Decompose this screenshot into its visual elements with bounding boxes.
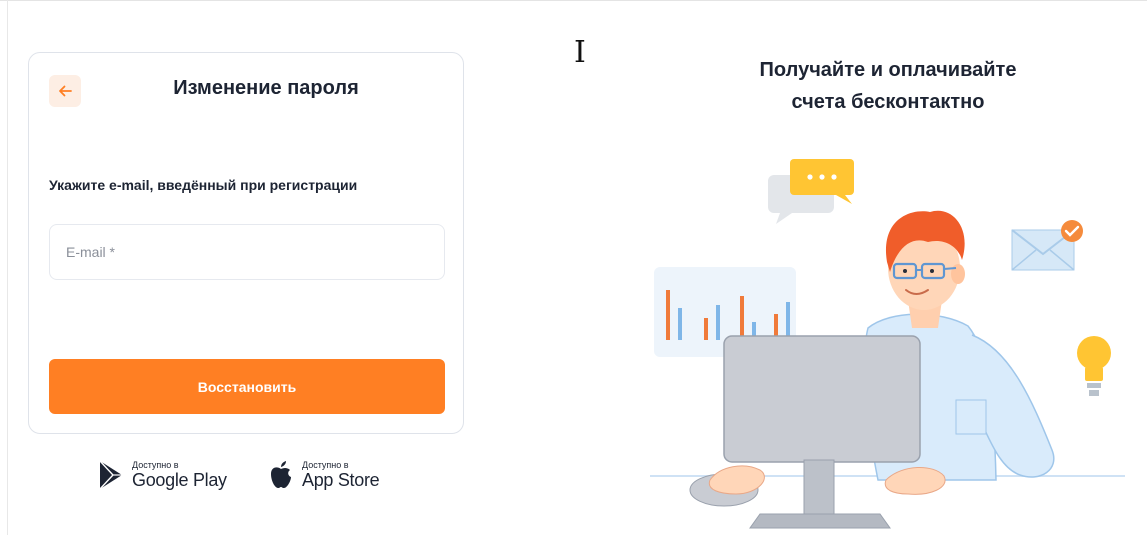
restore-button[interactable]: Восстановить bbox=[49, 359, 445, 414]
monitor-icon bbox=[723, 335, 921, 529]
google-play-small: Доступно в bbox=[132, 460, 179, 470]
google-play-badge[interactable]: Доступно в Google Play bbox=[98, 460, 227, 490]
app-store-badge[interactable]: Доступно в App Store bbox=[268, 460, 380, 490]
lightbulb-icon bbox=[1077, 336, 1111, 396]
email-hint: Укажите e-mail, введённый при регистраци… bbox=[49, 177, 358, 193]
email-field[interactable] bbox=[49, 224, 445, 280]
page-title: Изменение пароля bbox=[173, 77, 359, 99]
promo-line-2: счета бесконтактно bbox=[791, 91, 985, 113]
arrow-left-icon bbox=[59, 85, 72, 97]
promo-title: Получайте и оплачивайте счета бесконтакт… bbox=[700, 54, 1076, 118]
google-play-label: Google Play bbox=[132, 470, 227, 490]
envelope-icon bbox=[1011, 220, 1083, 271]
left-border bbox=[7, 0, 8, 535]
top-border bbox=[0, 0, 1147, 1]
back-button[interactable] bbox=[49, 75, 81, 107]
text-cursor-icon: I bbox=[574, 35, 586, 70]
apple-icon bbox=[271, 461, 291, 488]
google-play-icon bbox=[99, 460, 122, 490]
promo-line-1: Получайте и оплачивайте bbox=[759, 59, 1017, 81]
illustration-person-at-computer bbox=[650, 159, 1125, 529]
password-reset-card: Изменение пароля Укажите e-mail, введённ… bbox=[28, 52, 464, 434]
app-store-small: Доступно в bbox=[302, 460, 349, 470]
app-store-label: App Store bbox=[302, 470, 380, 490]
